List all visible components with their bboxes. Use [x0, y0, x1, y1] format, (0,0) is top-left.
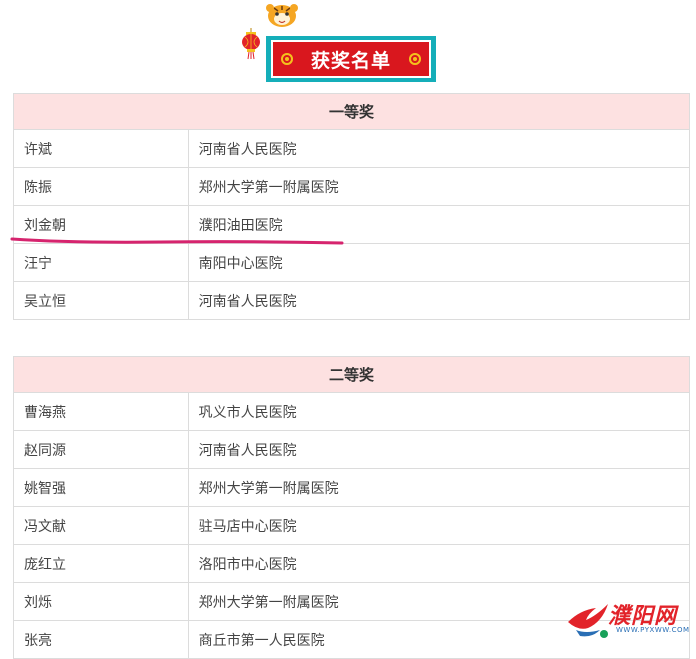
winner-organization: 濮阳油田医院 — [187, 205, 691, 244]
winner-name: 许斌 — [13, 129, 189, 168]
table-row: 汪宁 南阳中心医院 — [13, 243, 691, 282]
first-prize-heading: 一等奖 — [13, 93, 690, 130]
table-row: 许斌 河南省人民医院 — [13, 129, 691, 168]
winner-name: 刘金朝 — [13, 205, 189, 244]
table-row: 刘金朝 濮阳油田医院 — [13, 205, 691, 244]
table-header-row: 二等奖 — [13, 356, 690, 393]
table-row: 赵同源 河南省人民医院 — [13, 430, 691, 469]
table-row: 陈振 郑州大学第一附属医院 — [13, 167, 691, 206]
winner-organization: 河南省人民医院 — [187, 129, 691, 168]
table-row: 冯文献 驻马店中心医院 — [13, 506, 691, 545]
table-row: 庞红立 洛阳市中心医院 — [13, 544, 691, 583]
table-row: 姚智强 郑州大学第一附属医院 — [13, 468, 691, 507]
winner-name: 赵同源 — [13, 430, 189, 469]
tiger-mascot-icon — [266, 4, 298, 27]
second-prize-heading: 二等奖 — [13, 356, 690, 393]
winner-name: 冯文献 — [13, 506, 189, 545]
winner-name: 吴立恒 — [13, 281, 189, 320]
coin-icon — [409, 53, 421, 65]
winner-name: 陈振 — [13, 167, 189, 206]
winner-name: 姚智强 — [13, 468, 189, 507]
coin-icon — [281, 53, 293, 65]
winner-name: 刘烁 — [13, 582, 189, 621]
winner-name: 张亮 — [13, 620, 189, 659]
winner-organization: 河南省人民医院 — [187, 281, 691, 320]
winner-organization: 郑州大学第一附属医院 — [187, 167, 691, 206]
table-row: 曹海燕 巩义市人民医院 — [13, 392, 691, 431]
first-prize-table: 一等奖 许斌 河南省人民医院 陈振 郑州大学第一附属医院 刘金朝 濮阳油田医院 … — [13, 93, 691, 320]
title-banner-body: 获奖名单 — [271, 40, 431, 78]
watermark-url: WWW.PYXWW.COM — [616, 626, 690, 634]
winner-organization: 郑州大学第一附属医院 — [187, 468, 691, 507]
bird-logo-icon — [568, 604, 608, 638]
winner-name: 汪宁 — [13, 243, 189, 282]
winner-name: 曹海燕 — [13, 392, 189, 431]
title-banner-frame: 获奖名单 — [266, 36, 436, 82]
page-title: 获奖名单 — [310, 49, 391, 72]
winner-name: 庞红立 — [13, 544, 189, 583]
winner-organization: 河南省人民医院 — [187, 430, 691, 469]
table-row: 吴立恒 河南省人民医院 — [13, 281, 691, 320]
winner-organization: 驻马店中心医院 — [187, 506, 691, 545]
winner-organization: 洛阳市中心医院 — [187, 544, 691, 583]
winner-organization: 巩义市人民医院 — [187, 392, 691, 431]
lantern-icon — [242, 28, 260, 60]
title-banner: 获奖名单 — [240, 2, 440, 84]
site-watermark: 濮阳网 WWW.PYXWW.COM — [566, 596, 694, 642]
winner-organization: 南阳中心医院 — [187, 243, 691, 282]
table-header-row: 一等奖 — [13, 93, 690, 130]
